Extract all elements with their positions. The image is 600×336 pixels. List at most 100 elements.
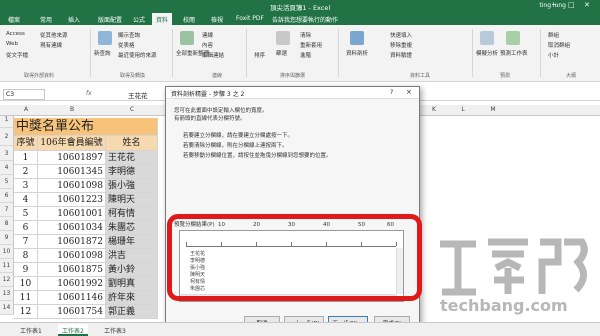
cell-serial[interactable]: 9 [14,263,38,277]
filter-button[interactable]: 篩選 [276,49,287,57]
cell-name[interactable]: 黃小鈴 [106,263,158,277]
minimize-icon[interactable]: ─ [552,1,556,9]
row-header[interactable]: 1 [0,116,14,128]
cell-name[interactable]: 許年來 [106,291,158,305]
cell-member-id[interactable]: 10601098 [38,179,106,193]
edit-links-button[interactable]: 編輯連結 [202,51,224,59]
ungroup-button[interactable]: 取消群組 [548,41,570,49]
cell-name[interactable]: 李明德 [106,165,158,179]
cell-serial[interactable]: 6 [14,221,38,235]
from-text-button[interactable]: 從文字檔 [6,51,28,59]
cell-member-id[interactable]: 10601992 [38,277,106,291]
advanced-button[interactable]: 進階 [300,51,311,59]
row-header[interactable]: 14 [0,301,14,315]
show-queries-button[interactable]: 顯示查詢 [118,31,140,39]
cell-serial[interactable]: 4 [14,193,38,207]
row-header[interactable]: 5 [0,175,14,189]
name-box[interactable]: C3 [3,89,45,100]
cell-serial[interactable]: 8 [14,249,38,263]
clear-button[interactable]: 清除 [300,31,311,39]
what-if-icon[interactable] [480,31,494,45]
group-button[interactable]: 群組 [548,31,559,39]
header-cell[interactable]: 姓名 [106,136,158,151]
row-header[interactable]: 4 [0,161,14,175]
cell-serial[interactable]: 11 [14,291,38,305]
cell-name[interactable]: 劉明真 [106,277,158,291]
subtotal-button[interactable]: 小計 [548,51,559,59]
from-table-button[interactable]: 從表格 [118,41,135,49]
cell-name[interactable]: 陳明天 [106,193,158,207]
new-query-button[interactable]: 新查詢 [94,49,111,57]
cell-serial[interactable]: 10 [14,277,38,291]
new-query-icon[interactable] [98,31,112,45]
row-header[interactable]: 10 [0,245,14,259]
row-header[interactable]: 2 [0,128,14,146]
row-header[interactable]: 12 [0,273,14,287]
header-cell[interactable]: 106年會員編號 [38,136,106,151]
tell-me-box[interactable]: 告訴我您想要執行的動作 [272,15,338,24]
row-header[interactable]: 13 [0,287,14,301]
cell-name[interactable]: 洪吉 [106,249,158,263]
forecast-sheet-icon[interactable] [506,31,520,45]
col-header-c[interactable]: C [106,106,158,113]
forecast-sheet-button[interactable]: 預測工作表 [500,49,528,57]
dialog-close-button[interactable]: × [406,88,412,96]
cell-serial[interactable]: 12 [14,305,38,319]
sheet-title[interactable]: 中獎名單公布 [14,118,158,136]
row-header[interactable]: 8 [0,217,14,231]
access-button[interactable]: Access [6,31,25,37]
row-header[interactable]: 3 [0,146,14,161]
what-if-button[interactable]: 模擬分析 [476,49,498,57]
reapply-button[interactable]: 重新套用 [300,41,322,49]
cell-serial[interactable]: 2 [14,165,38,179]
sheet-tab[interactable]: 工作表3 [100,324,130,336]
other-sources-button[interactable]: 從其他來源 [40,31,68,39]
existing-connections-button[interactable]: 現有連線 [40,41,62,49]
cell-member-id[interactable]: 10601754 [38,305,106,319]
cell-member-id[interactable]: 10601897 [38,151,106,165]
tab-insert[interactable]: 插入 [68,15,80,24]
cell-member-id[interactable]: 10601345 [38,165,106,179]
formula-input[interactable]: 王花花 [128,90,148,100]
text-to-columns-button[interactable]: 資料剖析 [346,49,368,57]
tab-home[interactable]: 常用 [40,15,52,24]
cell-name[interactable]: 柯有情 [106,207,158,221]
sort-button[interactable]: 排序 [254,51,265,59]
cell-member-id[interactable]: 10601098 [38,249,106,263]
help-button[interactable]: ? [390,89,393,96]
cell-serial[interactable]: 3 [14,179,38,193]
header-cell[interactable]: 序號 [14,136,38,151]
cell-name[interactable]: 王花花 [106,151,158,165]
sheet-tab-active[interactable]: 工作表2 [58,324,88,336]
tab-foxit[interactable]: Foxit PDF [236,15,264,22]
tab-view[interactable]: 檢視 [211,15,223,24]
tab-layout[interactable]: 版面配置 [98,15,122,24]
cell-member-id[interactable]: 10601034 [38,221,106,235]
cell-member-id[interactable]: 10601872 [38,235,106,249]
row-header[interactable]: 7 [0,203,14,217]
cell-member-id[interactable]: 10601001 [38,207,106,221]
filter-icon[interactable] [276,31,290,45]
fx-icon[interactable]: fx [86,90,92,97]
cell-name[interactable]: 郭正義 [106,305,158,319]
maximize-icon[interactable]: □ [568,1,575,9]
cell-name[interactable]: 張小強 [106,179,158,193]
cell-member-id[interactable]: 10601875 [38,263,106,277]
col-header-b[interactable]: B [38,106,106,113]
cell-serial[interactable]: 5 [14,207,38,221]
col-header-m[interactable]: M [478,106,508,113]
cell-member-id[interactable]: 10601146 [38,291,106,305]
row-header[interactable]: 9 [0,231,14,245]
flash-fill-button[interactable]: 快速填入 [390,31,412,39]
col-header-k[interactable]: K [420,106,448,113]
sheet-tab[interactable]: 工作表1 [16,324,46,336]
cell-serial[interactable]: 7 [14,235,38,249]
refresh-all-icon[interactable] [180,31,194,45]
cell-name[interactable]: 楊珊年 [106,235,158,249]
cell-member-id[interactable]: 10601223 [38,193,106,207]
tab-review[interactable]: 校閱 [183,15,195,24]
connections-button[interactable]: 連線 [202,31,213,39]
col-header-a[interactable]: A [14,106,38,113]
properties-button[interactable]: 內容 [202,41,213,49]
close-icon[interactable]: ✕ [584,1,590,9]
